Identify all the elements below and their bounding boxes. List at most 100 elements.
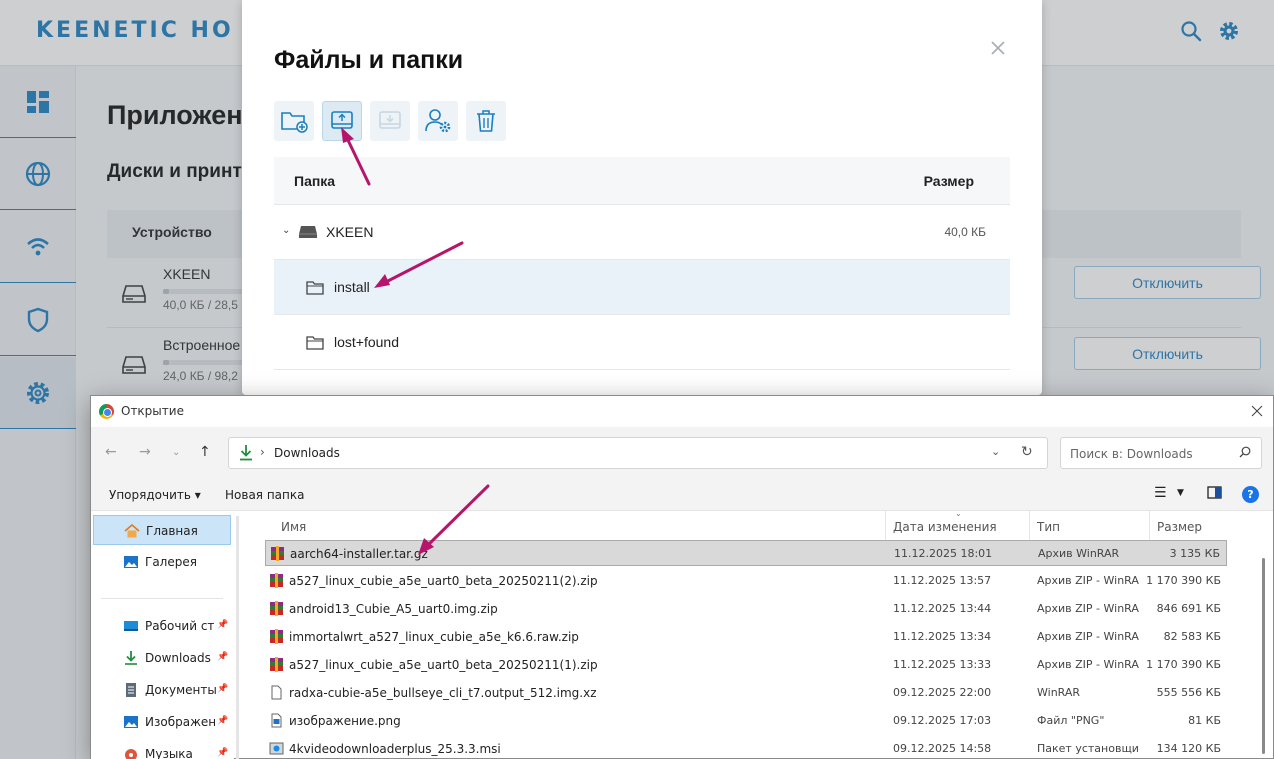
nav-item-music[interactable]: Музыка 📌 xyxy=(93,739,231,759)
column-divider[interactable] xyxy=(1029,511,1030,540)
column-divider[interactable] xyxy=(1149,511,1150,540)
file-row[interactable]: radxa-cubie-a5e_bullseye_cli_t7.output_5… xyxy=(265,680,1227,706)
nav-item-gallery[interactable]: Галерея xyxy=(93,547,231,577)
file-name: immortalwrt_a527_linux_cubie_a5e_k6.6.ra… xyxy=(289,630,579,644)
new-folder-button[interactable]: Новая папка xyxy=(225,488,304,502)
file-row[interactable]: aarch64-installer.tar.gz 11.12.2025 18:01… xyxy=(265,540,1227,566)
download-button[interactable] xyxy=(370,101,410,141)
file-size: 1 170 390 КБ xyxy=(1146,658,1221,671)
drive-row[interactable]: ⌄ XKEEN 40,0 КБ xyxy=(274,205,1010,260)
file-name: изображение.png xyxy=(289,714,401,728)
file-list: Имя ⌄ Дата изменения Тип Размер aarch64-… xyxy=(263,509,1273,759)
file-type: Архив ZIP - WinRAR xyxy=(1037,658,1139,671)
chrome-icon xyxy=(99,404,114,419)
refresh-icon[interactable]: ↻ xyxy=(1021,444,1033,460)
chevron-down-icon[interactable]: ▼ xyxy=(1177,488,1184,498)
file-row[interactable]: 4kvideodownloaderplus_25.3.3.msi 09.12.20… xyxy=(265,736,1227,759)
column-header-date[interactable]: Дата изменения xyxy=(893,520,997,534)
user-permissions-button[interactable] xyxy=(418,101,458,141)
file-type: Архив WinRAR xyxy=(1038,547,1120,560)
nav-item-desktop[interactable]: Рабочий стол 📌 xyxy=(93,611,231,641)
view-options-icon[interactable]: ☰ xyxy=(1154,485,1167,501)
file-date: 11.12.2025 13:34 xyxy=(893,630,992,643)
folder-row[interactable]: install xyxy=(274,260,1010,315)
file-size: 81 КБ xyxy=(1188,714,1221,727)
forward-arrow-icon[interactable]: → xyxy=(139,444,151,460)
address-bar[interactable]: › Downloads ⌄ ↻ xyxy=(228,437,1048,469)
nav-item-label: Музыка xyxy=(145,747,193,759)
file-size: 1 170 390 КБ xyxy=(1146,574,1221,587)
file-date: 09.12.2025 22:00 xyxy=(893,686,992,699)
pin-icon[interactable]: 📌 xyxy=(217,620,228,630)
folder-row[interactable]: lost+found xyxy=(274,315,1010,370)
home-icon xyxy=(124,523,140,538)
delete-button[interactable] xyxy=(466,101,506,141)
column-divider[interactable] xyxy=(885,511,886,540)
file-row[interactable]: a527_linux_cubie_a5e_uart0_beta_20250211… xyxy=(265,568,1227,594)
pin-icon[interactable]: 📌 xyxy=(217,748,228,758)
pin-icon[interactable]: 📌 xyxy=(217,684,228,694)
music-icon xyxy=(123,746,139,759)
nav-item-documents[interactable]: Документы 📌 xyxy=(93,675,231,705)
column-header-size[interactable]: Размер xyxy=(1157,520,1202,534)
nav-item-home[interactable]: Главная xyxy=(93,515,231,545)
gallery-icon xyxy=(123,554,139,568)
scrollbar[interactable] xyxy=(1262,558,1265,754)
winrar-icon xyxy=(270,546,285,561)
nav-item-label: Главная xyxy=(146,524,198,538)
pin-icon[interactable]: 📌 xyxy=(217,652,228,662)
nav-item-downloads[interactable]: Downloads 📌 xyxy=(93,643,231,673)
file-type: Архив ZIP - WinRAR xyxy=(1037,574,1139,587)
sort-indicator-icon: ⌄ xyxy=(955,509,962,518)
help-icon[interactable]: ? xyxy=(1242,486,1259,503)
folder-icon xyxy=(306,335,324,355)
file-row[interactable]: a527_linux_cubie_a5e_uart0_beta_20250211… xyxy=(265,652,1227,678)
file-table-header: Папка Размер xyxy=(274,157,1010,205)
nav-item-label: Документы xyxy=(145,683,217,697)
pin-icon[interactable]: 📌 xyxy=(217,716,228,726)
nav-item-pictures[interactable]: Изображения 📌 xyxy=(93,707,231,737)
file-date: 09.12.2025 14:58 xyxy=(893,742,992,755)
organize-menu[interactable]: Упорядочить ▾ xyxy=(109,488,201,502)
file-name: a527_linux_cubie_a5e_uart0_beta_20250211… xyxy=(289,658,598,672)
folder-name: install xyxy=(334,279,370,295)
pictures-icon xyxy=(123,714,139,728)
dialog-title: Открытие xyxy=(121,404,184,418)
file-row[interactable]: изображение.png 09.12.2025 17:03 Файл "PNG… xyxy=(265,708,1227,734)
drive-size: 40,0 КБ xyxy=(944,225,986,239)
close-icon[interactable] xyxy=(990,40,1010,60)
desktop-icon xyxy=(123,618,139,632)
file-name: android13_Cubie_A5_uart0.img.zip xyxy=(289,602,498,616)
winrar-icon xyxy=(269,657,284,672)
back-arrow-icon[interactable]: ← xyxy=(105,444,117,460)
file-size: 555 556 КБ xyxy=(1156,686,1221,699)
download-icon xyxy=(239,444,253,462)
folder-name: lost+found xyxy=(334,334,399,350)
open-file-dialog: Открытие ← → ⌄ ↑ › Downloads ⌄ ↻ Поиск в… xyxy=(90,395,1274,759)
up-arrow-icon[interactable]: ↑ xyxy=(199,444,211,460)
pane-splitter[interactable] xyxy=(236,516,239,759)
column-header-type[interactable]: Тип xyxy=(1037,520,1060,534)
column-header-name[interactable]: Имя xyxy=(281,520,306,534)
documents-icon xyxy=(123,682,139,697)
breadcrumb-chevron-icon: › xyxy=(260,445,265,459)
upload-button[interactable] xyxy=(322,101,362,141)
preview-pane-icon[interactable] xyxy=(1207,486,1222,503)
file-icon xyxy=(269,685,284,700)
search-box[interactable]: Поиск в: Downloads xyxy=(1060,437,1262,469)
file-date: 09.12.2025 17:03 xyxy=(893,714,992,727)
search-placeholder: Поиск в: Downloads xyxy=(1070,447,1193,461)
close-icon[interactable] xyxy=(1251,402,1265,417)
search-icon[interactable] xyxy=(1239,446,1251,462)
new-folder-button[interactable] xyxy=(274,101,314,141)
chevron-down-icon[interactable]: ⌄ xyxy=(282,225,290,236)
file-size: 3 135 КБ xyxy=(1169,547,1220,560)
file-type: Файл "PNG" xyxy=(1037,714,1105,727)
download-icon xyxy=(123,650,139,665)
nav-item-label: Изображения xyxy=(145,715,215,729)
file-type: WinRAR xyxy=(1037,686,1081,699)
chevron-down-icon[interactable]: ⌄ xyxy=(991,445,1000,458)
file-row[interactable]: immortalwrt_a527_linux_cubie_a5e_k6.6.ra… xyxy=(265,624,1227,650)
recent-locations-icon[interactable]: ⌄ xyxy=(172,447,180,458)
file-row[interactable]: android13_Cubie_A5_uart0.img.zip 11.12.20… xyxy=(265,596,1227,622)
